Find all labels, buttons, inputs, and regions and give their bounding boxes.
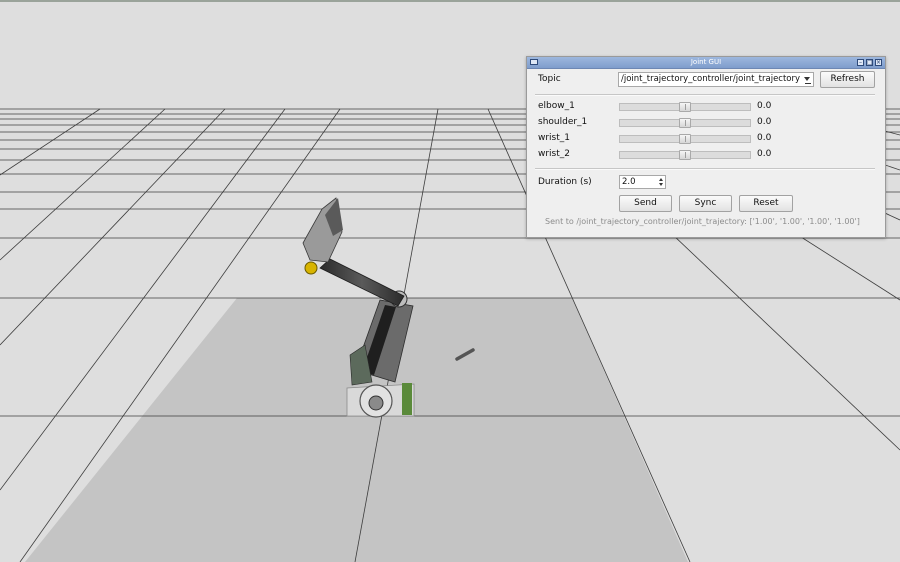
slider-handle[interactable]	[679, 118, 691, 128]
joint-value: 0.0	[757, 101, 772, 111]
joint-value: 0.0	[757, 117, 772, 127]
joint-slider-shoulder-1[interactable]	[619, 118, 751, 128]
joint-slider-elbow-1[interactable]	[619, 102, 751, 112]
window-titlebar[interactable]: Joint GUI – □ ×	[527, 57, 885, 69]
sync-button[interactable]: Sync	[679, 195, 732, 212]
joint-slider-wrist-1[interactable]	[619, 134, 751, 144]
joint-name-label: elbow_1	[538, 101, 575, 111]
topic-value: /joint_trajectory_controller/joint_traje…	[621, 74, 801, 84]
duration-spinbox[interactable]: 2.0	[619, 175, 666, 189]
joint-value: 0.0	[757, 149, 772, 159]
dropdown-arrow-bar	[805, 83, 811, 84]
joint-name-label: shoulder_1	[538, 117, 588, 127]
maximize-icon[interactable]: □	[866, 59, 873, 66]
slider-handle[interactable]	[679, 150, 691, 160]
joint-gui-window[interactable]: Joint GUI – □ × Topic /joint_trajectory_…	[526, 56, 886, 238]
slider-handle[interactable]	[679, 102, 691, 112]
close-icon[interactable]: ×	[875, 59, 882, 66]
spin-up-icon[interactable]	[659, 178, 663, 181]
topic-dropdown[interactable]: /joint_trajectory_controller/joint_traje…	[618, 72, 814, 87]
topic-label: Topic	[538, 74, 561, 84]
slider-handle[interactable]	[679, 134, 691, 144]
reset-button[interactable]: Reset	[739, 195, 793, 212]
refresh-button[interactable]: Refresh	[820, 71, 875, 88]
separator-top	[535, 94, 875, 96]
ground-plane	[25, 298, 688, 562]
joint-slider-wrist-2[interactable]	[619, 150, 751, 160]
robot-base-pcb	[402, 383, 412, 415]
dropdown-arrow-icon	[804, 77, 810, 81]
send-button[interactable]: Send	[619, 195, 672, 212]
robot-base-motor-hub	[368, 395, 384, 411]
duration-label: Duration (s)	[538, 177, 592, 187]
joint-name-label: wrist_2	[538, 149, 571, 159]
spin-down-icon[interactable]	[659, 183, 663, 186]
separator-bottom	[535, 168, 875, 170]
joint-value: 0.0	[757, 133, 772, 143]
window-title: Joint GUI	[690, 58, 722, 66]
status-message: Sent to /joint_trajectory_controller/joi…	[545, 217, 860, 226]
robot-wrist-joint	[304, 261, 318, 275]
minimize-icon[interactable]: –	[857, 59, 864, 66]
joint-name-label: wrist_1	[538, 133, 571, 143]
duration-value: 2.0	[622, 177, 636, 187]
